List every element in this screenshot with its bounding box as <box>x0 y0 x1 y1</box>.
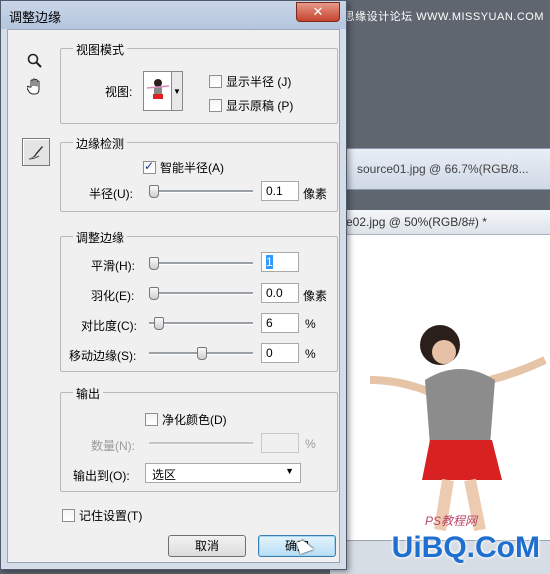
smooth-label: 平滑(H): <box>91 259 135 273</box>
smart-radius-checkbox[interactable]: 智能半径(A) <box>143 159 224 176</box>
document-tab-title: e02.jpg @ 50%(RGB/8#) * <box>346 215 487 229</box>
group-legend: 调整边缘 <box>73 229 128 246</box>
smooth-input[interactable]: 1 <box>261 252 299 272</box>
checkbox-label: 显示半径 (J) <box>226 75 292 89</box>
document-tab-title: source01.jpg @ 66.7%(RGB/8... <box>357 162 529 176</box>
slider-track <box>149 292 253 295</box>
checkbox-box <box>62 509 75 522</box>
contrast-unit: % <box>305 317 316 331</box>
radius-slider[interactable] <box>149 185 253 198</box>
slider-thumb[interactable] <box>154 317 164 330</box>
cancel-button[interactable]: 取消 <box>168 535 246 557</box>
amount-unit: % <box>305 437 316 451</box>
checkbox-label: 记住设置(T) <box>79 509 143 523</box>
contrast-input[interactable]: 6 <box>261 313 299 333</box>
feather-label: 羽化(E): <box>91 289 135 303</box>
slider-thumb[interactable] <box>197 347 207 360</box>
slider-thumb[interactable] <box>149 287 159 300</box>
slider-track <box>149 190 253 193</box>
group-legend: 边缘检测 <box>73 135 128 152</box>
amount-input <box>261 433 299 453</box>
document-canvas[interactable] <box>330 210 550 555</box>
checkbox-box <box>209 75 222 88</box>
output-to-label: 输出到(O): <box>73 469 130 483</box>
chevron-down-icon: ▼ <box>171 72 182 110</box>
watermark-text: PS教程网 <box>425 514 478 528</box>
document-tab-e02[interactable]: e02.jpg @ 50%(RGB/8#) * <box>330 210 550 235</box>
select-value: 选区 <box>152 468 177 482</box>
shift-edge-label: 移动边缘(S): <box>69 349 137 363</box>
close-icon: ✕ <box>312 4 324 19</box>
shift-edge-input[interactable]: 0 <box>261 343 299 363</box>
slider-track <box>149 262 253 265</box>
slider-track <box>149 442 253 445</box>
feather-input[interactable]: 0.0 <box>261 283 299 303</box>
document-tab-source01[interactable]: source01.jpg @ 66.7%(RGB/8... <box>330 148 550 190</box>
shift-edge-unit: % <box>305 347 316 361</box>
watermark-logo: UiBQ.CoM <box>391 531 540 564</box>
checkbox-label: 净化颜色(D) <box>162 413 227 427</box>
dialog-client: 视图模式 视图: ▼ 显示半径 (J) 显示原稿 (P) 边缘检测 智 <box>7 29 340 563</box>
decontaminate-colors-checkbox[interactable]: 净化颜色(D) <box>145 411 227 428</box>
smooth-slider[interactable] <box>149 257 253 270</box>
feather-unit: 像素 <box>303 289 328 303</box>
amount-label: 数量(N): <box>91 439 135 453</box>
view-mode-dropdown[interactable]: ▼ <box>143 71 183 111</box>
group-legend: 输出 <box>73 385 104 402</box>
edge-detection-group: 边缘检测 智能半径(A) 半径(U): 0.1 像素 <box>60 135 338 212</box>
title-bar[interactable]: 调整边缘 ✕ <box>1 1 346 29</box>
dialog-title: 调整边缘 <box>9 10 62 25</box>
radius-label: 半径(U): <box>89 187 133 201</box>
slider-thumb[interactable] <box>149 185 159 198</box>
radius-input[interactable]: 0.1 <box>261 181 299 201</box>
checkbox-label: 显示原稿 (P) <box>226 99 294 113</box>
view-mode-group: 视图模式 视图: ▼ 显示半径 (J) 显示原稿 (P) <box>60 41 338 124</box>
radius-unit: 像素 <box>303 187 328 201</box>
slider-thumb[interactable] <box>149 257 159 270</box>
show-radius-checkbox[interactable]: 显示半径 (J) <box>209 73 291 90</box>
chevron-down-icon: ▼ <box>285 466 294 476</box>
view-thumbnail <box>144 72 171 110</box>
hand-icon <box>27 78 40 95</box>
refine-edge-dialog: 调整边缘 ✕ 视图模式 视图: ▼ 显示半径 (J) 显示原稿 (P) 边缘检测… <box>0 0 347 570</box>
amount-slider <box>149 437 253 449</box>
slider-track <box>149 322 253 325</box>
output-to-select[interactable]: 选区 ▼ <box>145 463 301 483</box>
feather-slider[interactable] <box>149 287 253 300</box>
checkbox-box <box>209 99 222 112</box>
checkbox-box <box>145 413 158 426</box>
contrast-slider[interactable] <box>149 317 253 330</box>
adjust-edge-group: 调整边缘 平滑(H): 1 羽化(E): 0.0 像素 对比度(C): 6 % … <box>60 229 338 372</box>
checkbox-box-checked <box>143 159 156 174</box>
shift-edge-slider[interactable] <box>149 347 253 360</box>
zoom-tool-button[interactable] <box>22 48 48 74</box>
group-legend: 视图模式 <box>73 41 128 58</box>
checkbox-label: 智能半径(A) <box>160 161 224 175</box>
show-original-checkbox[interactable]: 显示原稿 (P) <box>209 97 293 114</box>
refine-radius-brush-icon <box>28 146 43 160</box>
zoom-icon <box>27 53 42 68</box>
contrast-label: 对比度(C): <box>81 319 137 333</box>
remember-settings-checkbox[interactable]: 记住设置(T) <box>62 507 142 524</box>
output-group: 输出 净化颜色(D) 数量(N): % 输出到(O): 选区 ▼ <box>60 385 338 492</box>
hand-tool-button[interactable] <box>22 74 48 100</box>
view-label: 视图: <box>105 85 133 99</box>
close-button[interactable]: ✕ <box>296 2 340 22</box>
refine-radius-tool-button[interactable] <box>22 138 50 166</box>
person-photo <box>369 325 547 532</box>
site-watermark-text: 思缘设计论坛 WWW.MISSYUAN.COM <box>343 11 544 23</box>
